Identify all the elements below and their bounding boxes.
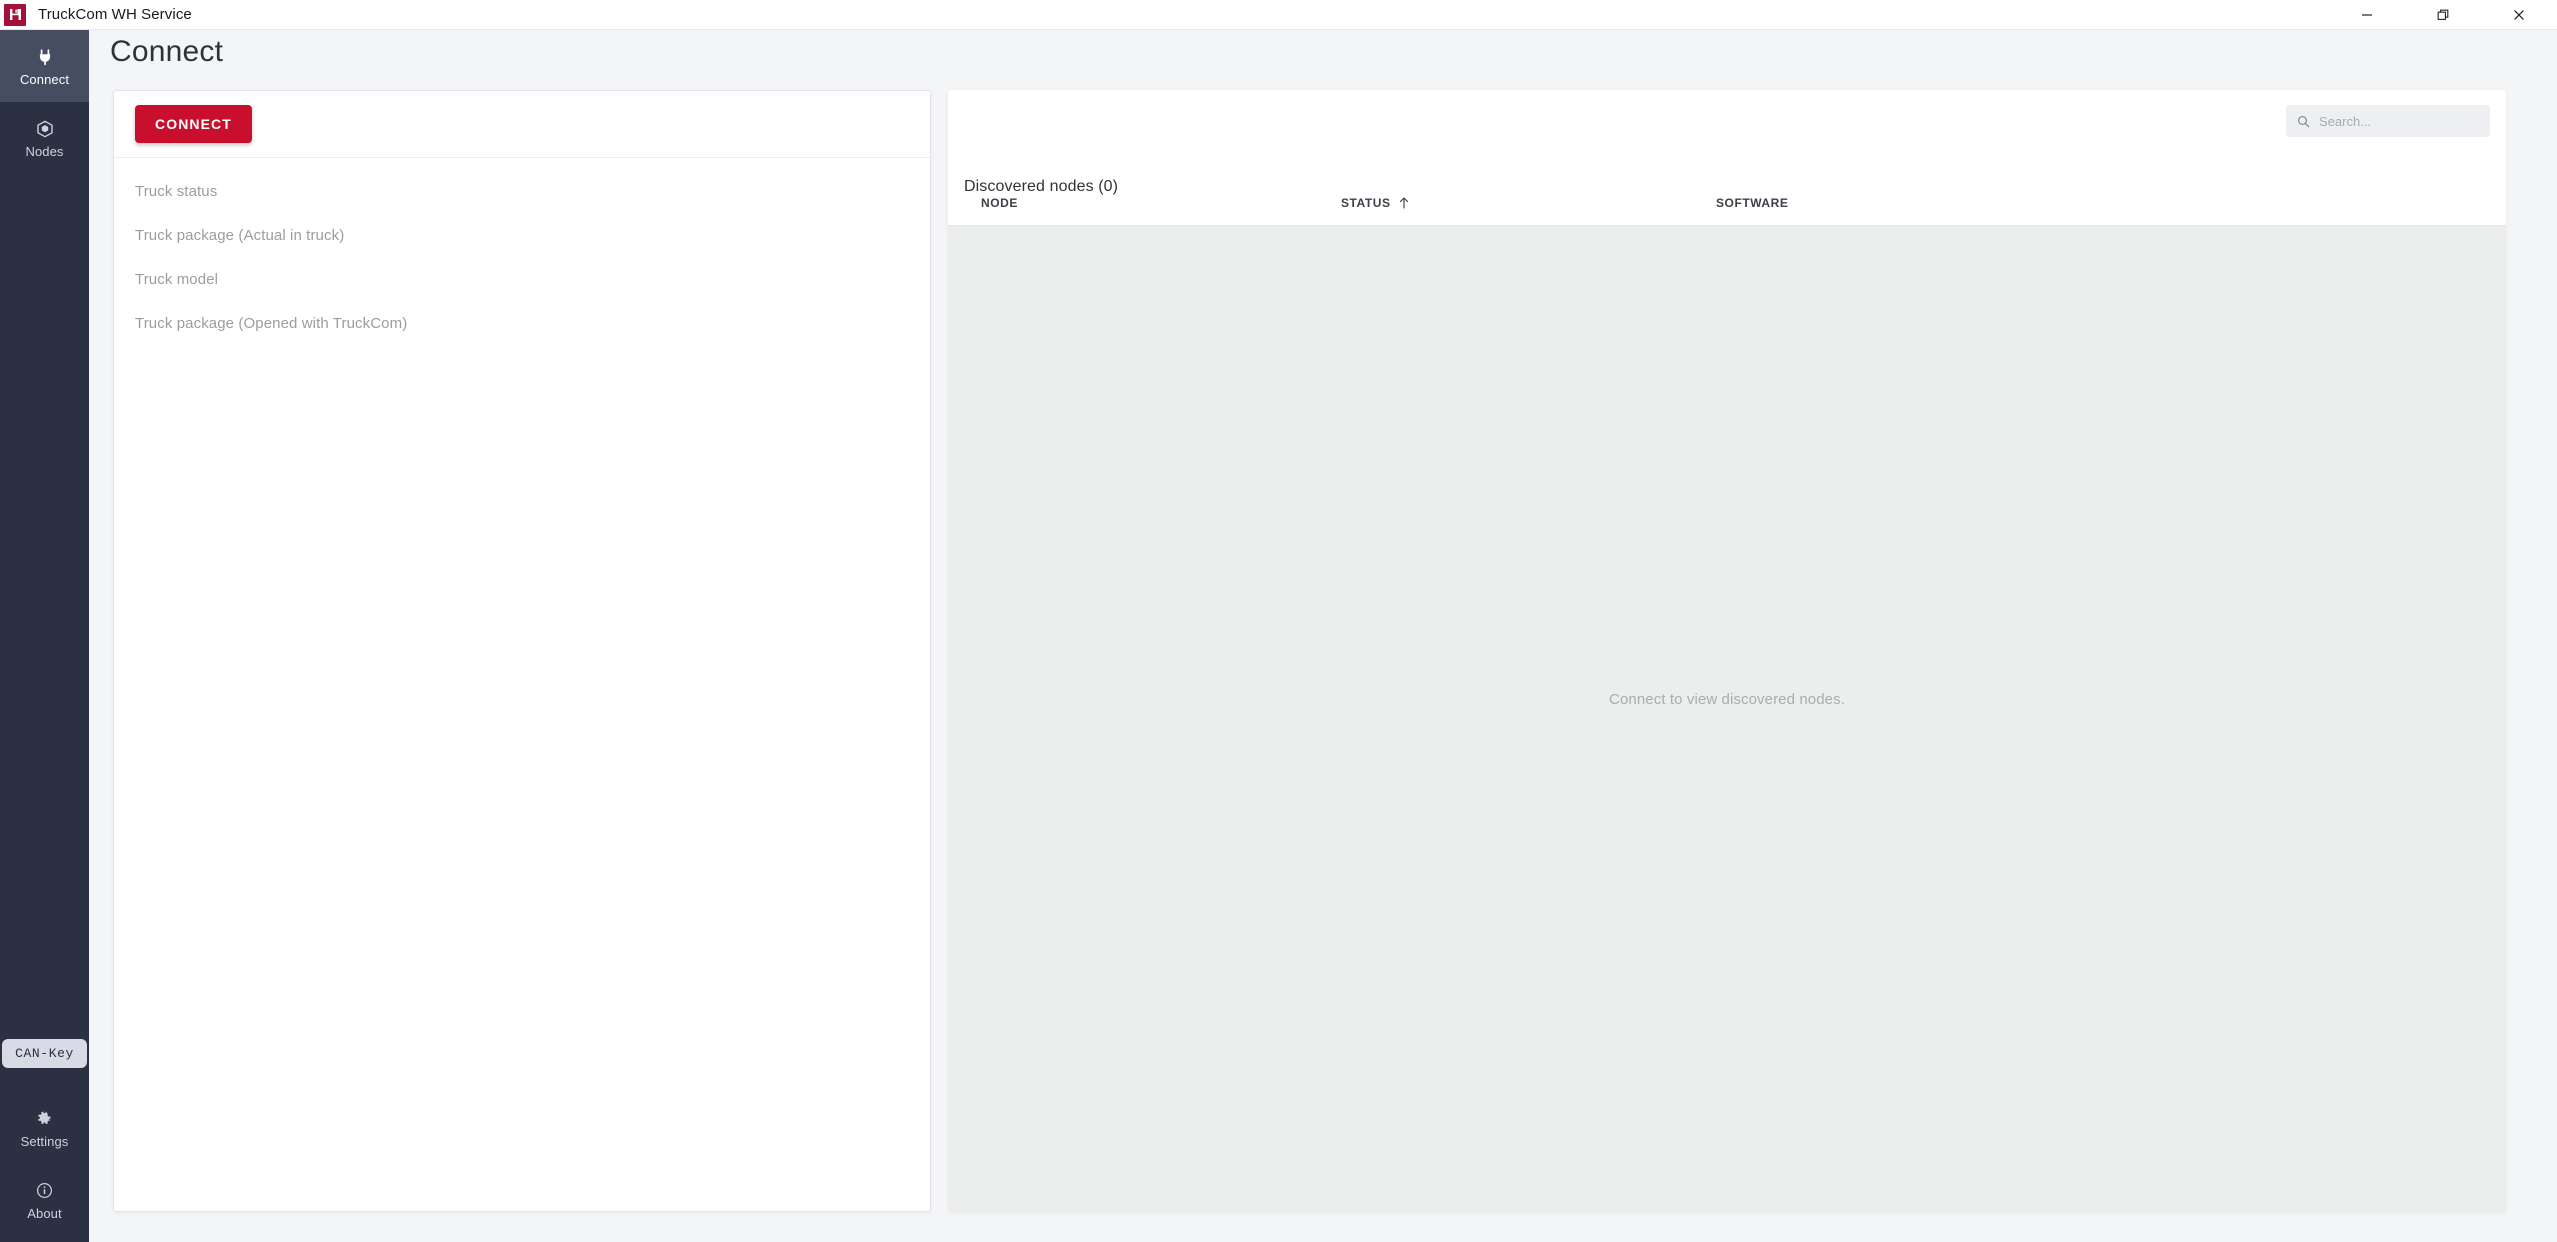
- list-item-label: Truck status: [135, 182, 218, 200]
- can-key-badge[interactable]: CAN-Key: [2, 1039, 87, 1068]
- column-header-status[interactable]: STATUS: [1341, 196, 1716, 210]
- close-icon[interactable]: [2481, 0, 2557, 30]
- discovered-nodes-header: Discovered nodes (0) NODE STATUS: [948, 90, 2506, 226]
- power-plug-icon: [36, 47, 54, 67]
- restore-icon[interactable]: [2405, 0, 2481, 30]
- connect-button-row: CONNECT: [114, 91, 930, 158]
- search-box[interactable]: [2286, 105, 2490, 137]
- gear-icon: [36, 1109, 53, 1129]
- sidebar-item-nodes[interactable]: Nodes: [0, 102, 89, 174]
- column-header-node-label: NODE: [981, 195, 1018, 210]
- node-cube-icon: [36, 119, 54, 139]
- nodes-table-header: NODE STATUS SOFTWARE: [948, 180, 2506, 226]
- info-circle-icon: [36, 1181, 53, 1201]
- list-item[interactable]: Truck status: [114, 169, 930, 213]
- window-title: TruckCom WH Service: [38, 6, 192, 23]
- sidebar-item-settings[interactable]: Settings: [0, 1092, 89, 1164]
- list-item-label: Truck model: [135, 270, 219, 288]
- discovered-nodes-panel: Discovered nodes (0) NODE STATUS: [948, 90, 2506, 1212]
- sidebar-item-connect-label: Connect: [19, 71, 70, 87]
- connect-panel: CONNECT Truck status Truck package (Actu…: [113, 90, 931, 1212]
- sidebar: Connect Nodes CAN-Key Settings About: [0, 30, 89, 1242]
- window-titlebar: TruckCom WH Service: [0, 0, 2557, 30]
- list-item[interactable]: Truck model: [114, 257, 930, 301]
- empty-state-message: Connect to view discovered nodes.: [1609, 690, 1845, 708]
- column-header-node[interactable]: NODE: [981, 196, 1341, 210]
- page-title: Connect: [110, 35, 224, 68]
- sidebar-item-about-label: About: [27, 1205, 62, 1221]
- sidebar-item-nodes-label: Nodes: [25, 143, 64, 159]
- window-controls: [2329, 0, 2557, 30]
- list-item-label: Truck package (Actual in truck): [135, 226, 345, 244]
- search-input[interactable]: [2319, 113, 2469, 129]
- column-header-software[interactable]: SOFTWARE: [1716, 196, 2116, 210]
- sidebar-item-settings-label: Settings: [20, 1133, 69, 1149]
- column-header-status-label: STATUS: [1341, 195, 1391, 210]
- list-item[interactable]: Truck package (Opened with TruckCom): [114, 301, 930, 345]
- list-item-label: Truck package (Opened with TruckCom): [135, 314, 408, 332]
- nodes-table-body: Connect to view discovered nodes.: [948, 226, 2506, 1212]
- list-item[interactable]: Truck package (Actual in truck): [114, 213, 930, 257]
- search-icon: [2297, 115, 2310, 128]
- truck-options-list: Truck status Truck package (Actual in tr…: [114, 158, 930, 345]
- connect-button[interactable]: CONNECT: [135, 105, 252, 143]
- arrow-up-icon: [1398, 196, 1410, 210]
- minimize-icon[interactable]: [2329, 0, 2405, 30]
- sidebar-item-about[interactable]: About: [0, 1164, 89, 1236]
- sidebar-item-connect[interactable]: Connect: [0, 30, 89, 102]
- column-header-software-label: SOFTWARE: [1716, 195, 1789, 210]
- app-icon: [4, 3, 26, 26]
